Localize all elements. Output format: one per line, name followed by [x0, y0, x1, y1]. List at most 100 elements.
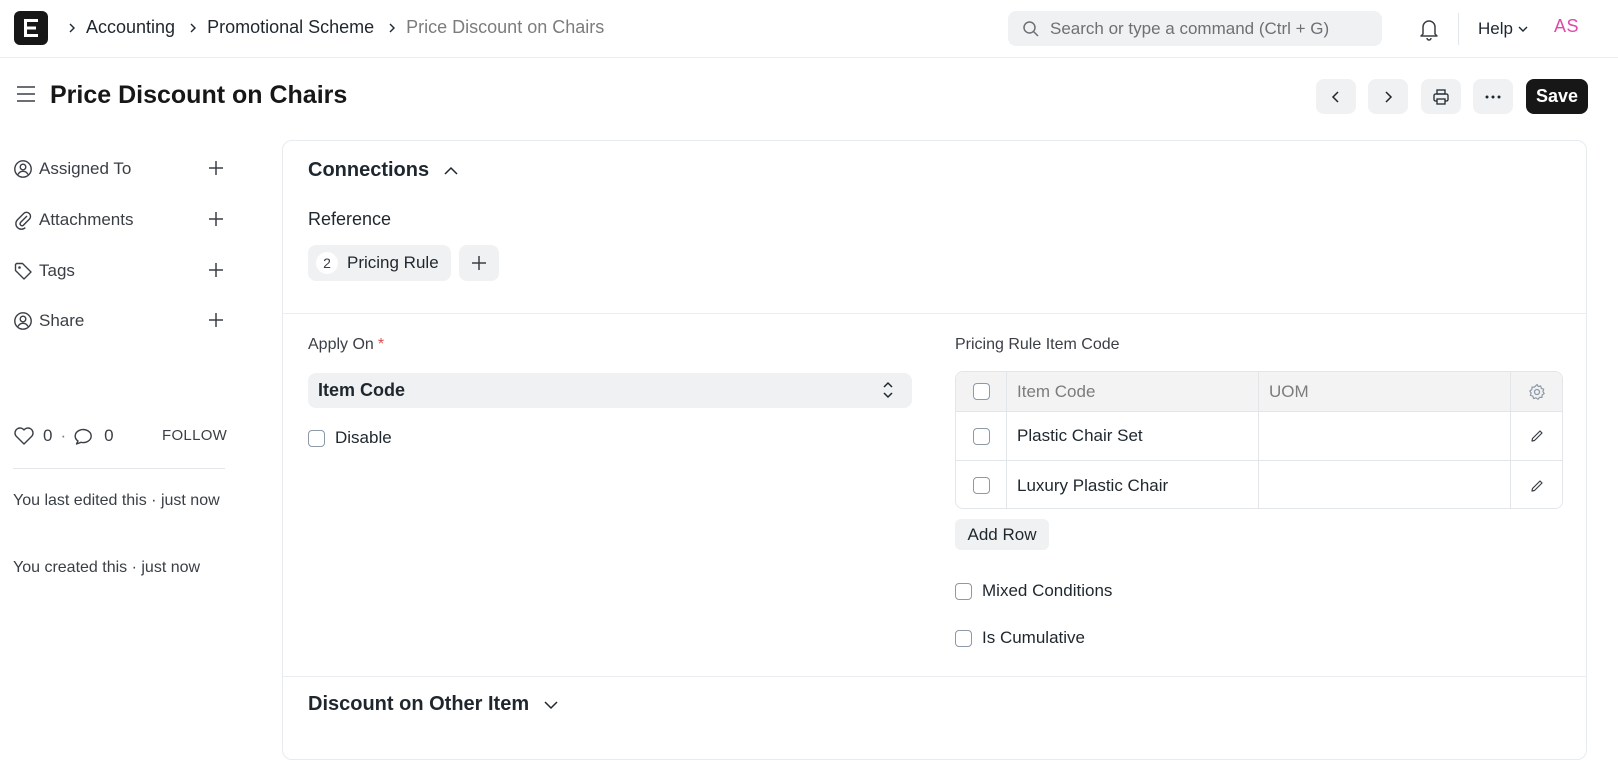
table-row[interactable]: Luxury Plastic Chair	[956, 461, 1562, 508]
likes-count: 0	[43, 426, 53, 445]
page-title: Price Discount on Chairs	[50, 81, 348, 109]
select-all-cell	[956, 372, 1007, 411]
reference-name: Pricing Rule	[347, 253, 439, 272]
sidebar-item-assigned-to[interactable]: Assigned To	[13, 154, 225, 184]
breadcrumb-accounting[interactable]: Accounting	[86, 17, 175, 38]
uom-cell[interactable]	[1259, 461, 1511, 508]
search-input[interactable]	[1050, 18, 1370, 39]
pencil-icon[interactable]	[1529, 428, 1545, 444]
ellipsis-icon	[1485, 95, 1501, 98]
chevron-right-icon	[386, 22, 398, 34]
column-header-item-code: Item Code	[1007, 372, 1259, 411]
pencil-icon[interactable]	[1529, 478, 1545, 494]
menu-icon[interactable]	[16, 85, 36, 108]
sidebar-item-label: Tags	[39, 261, 75, 280]
plus-icon[interactable]	[207, 210, 225, 228]
section-divider	[283, 313, 1586, 314]
sidebar-item-label: Attachments	[39, 210, 134, 229]
print-button[interactable]	[1421, 79, 1461, 114]
form-card: Connections Reference 2 Pricing Rule App…	[282, 140, 1587, 760]
row-edit-cell	[1511, 461, 1562, 508]
heart-icon[interactable]	[13, 426, 35, 446]
chevron-right-icon	[1385, 90, 1393, 103]
required-indicator: *	[377, 336, 385, 353]
plus-icon[interactable]	[207, 311, 225, 329]
created-note: You created this · just now	[13, 559, 201, 576]
breadcrumb: Accounting Promotional Scheme Price Disc…	[62, 17, 604, 38]
row-checkbox[interactable]	[972, 477, 990, 494]
previous-doc-button[interactable]	[1316, 79, 1356, 114]
disable-label: Disable	[335, 428, 392, 447]
reference-count-badge: 2	[316, 252, 338, 274]
mixed-conditions-checkbox[interactable]	[955, 582, 972, 600]
item-code-cell[interactable]: Luxury Plastic Chair	[1007, 461, 1259, 508]
section-divider	[283, 676, 1586, 677]
uom-cell[interactable]	[1259, 412, 1511, 460]
is-cumulative-checkbox[interactable]	[955, 629, 972, 647]
table-row[interactable]: Plastic Chair Set	[956, 412, 1562, 461]
row-select-cell	[956, 461, 1007, 508]
likes-comments: 0 · 0	[13, 426, 114, 446]
select-all-checkbox[interactable]	[972, 383, 990, 400]
connections-section-header[interactable]: Connections	[308, 159, 459, 182]
breadcrumb-promotional-scheme[interactable]: Promotional Scheme	[207, 17, 374, 38]
more-actions-button[interactable]	[1473, 79, 1513, 114]
gear-icon[interactable]	[1528, 383, 1546, 401]
row-edit-cell	[1511, 412, 1562, 460]
is-cumulative-row[interactable]: Is Cumulative	[955, 628, 1085, 648]
erpnext-logo-icon	[24, 19, 38, 37]
row-checkbox[interactable]	[972, 427, 990, 445]
sidebar-item-label: Assigned To	[39, 159, 132, 178]
chevron-right-icon	[66, 22, 78, 34]
save-button[interactable]: Save	[1526, 79, 1588, 114]
plus-icon[interactable]	[207, 261, 225, 279]
chevron-up-icon	[444, 166, 458, 175]
search-icon	[1023, 20, 1039, 37]
next-doc-button[interactable]	[1368, 79, 1408, 114]
disable-checkbox-row[interactable]: Disable	[308, 428, 392, 448]
page-header: Price Discount on Chairs Save	[0, 58, 1618, 136]
avatar[interactable]: AS	[1554, 16, 1579, 37]
add-pricing-rule-button[interactable]	[459, 245, 499, 281]
chevron-down-icon	[544, 700, 558, 709]
item-code-table: Item Code UOM Plastic Chair Set Luxury P…	[955, 371, 1563, 509]
sidebar-item-label: Share	[39, 311, 85, 330]
discount-section-title: Discount on Other Item	[308, 693, 530, 715]
app-logo[interactable]	[14, 11, 48, 45]
sidebar-item-share[interactable]: Share	[13, 306, 225, 336]
bell-icon[interactable]	[1418, 17, 1440, 46]
top-navbar: Accounting Promotional Scheme Price Disc…	[0, 0, 1618, 58]
connections-title: Connections	[308, 159, 430, 181]
follow-button[interactable]: FOLLOW	[162, 427, 227, 444]
apply-on-select[interactable]: Item Code	[308, 373, 912, 408]
reference-label: Reference	[308, 209, 392, 229]
help-menu[interactable]: Help	[1478, 19, 1529, 39]
column-header-uom: UOM	[1259, 372, 1511, 411]
sidebar-divider	[13, 468, 225, 469]
printer-icon	[1433, 88, 1449, 105]
tag-icon	[14, 262, 32, 280]
share-user-icon	[14, 312, 32, 330]
user-add-icon	[14, 160, 32, 178]
apply-on-label: Apply On *	[308, 336, 385, 353]
sidebar-item-tags[interactable]: Tags	[13, 256, 225, 286]
comment-icon[interactable]	[74, 426, 96, 446]
plus-icon[interactable]	[207, 159, 225, 177]
last-edited-note: You last edited this · just now	[13, 492, 220, 509]
item-code-cell[interactable]: Plastic Chair Set	[1007, 412, 1259, 460]
mixed-conditions-row[interactable]: Mixed Conditions	[955, 581, 1112, 601]
search-bar[interactable]	[1008, 11, 1382, 46]
paperclip-icon	[15, 211, 32, 230]
chevron-down-icon	[1518, 26, 1528, 32]
discount-on-other-item-section-header[interactable]: Discount on Other Item	[308, 693, 559, 716]
breadcrumb-current[interactable]: Price Discount on Chairs	[406, 17, 604, 38]
pricing-rule-link[interactable]: 2 Pricing Rule	[308, 245, 451, 281]
is-cumulative-label: Is Cumulative	[982, 628, 1085, 647]
sidebar-item-attachments[interactable]: Attachments	[13, 205, 225, 235]
pricing-rule-item-code-label: Pricing Rule Item Code	[955, 336, 1120, 353]
separator-dot: ·	[60, 426, 67, 445]
disable-checkbox[interactable]	[308, 429, 325, 447]
row-select-cell	[956, 412, 1007, 460]
add-row-button[interactable]: Add Row	[955, 519, 1049, 550]
plus-icon	[472, 256, 486, 270]
